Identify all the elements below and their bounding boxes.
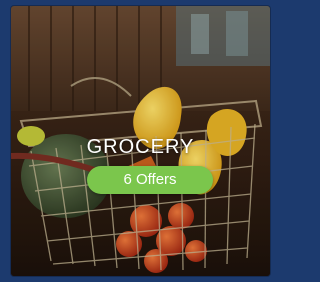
- grocery-category-card[interactable]: GROCERY 6 Offers: [11, 6, 270, 276]
- offers-badge[interactable]: 6 Offers: [87, 166, 213, 194]
- page-frame: GROCERY 6 Offers: [0, 0, 277, 282]
- category-title: GROCERY: [86, 136, 195, 158]
